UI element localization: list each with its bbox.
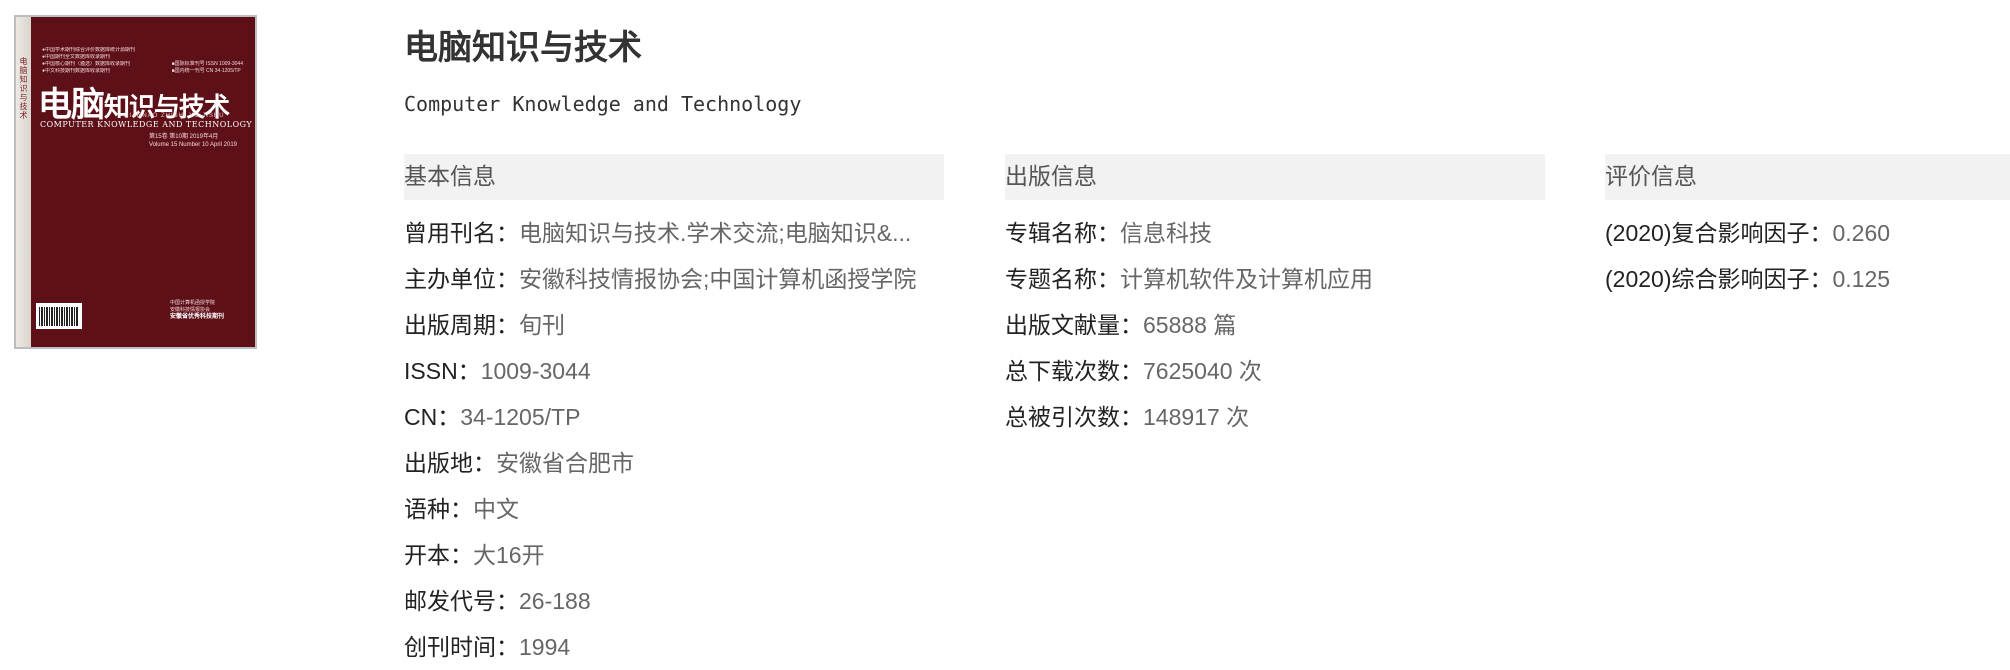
- row-value: 电脑知识与技术.学术交流;电脑知识&...: [519, 220, 912, 246]
- format-row: 开本：大16开: [404, 532, 944, 578]
- composite-impact-factor-row: (2020)复合影响因子：0.260: [1605, 210, 2010, 256]
- row-label: 总被引次数：: [1005, 404, 1143, 430]
- evaluation-info-section: 评价信息 (2020)复合影响因子：0.260 (2020)综合影响因子：0.1…: [1605, 154, 2010, 302]
- journal-title: 电脑知识与技术: [404, 29, 642, 67]
- row-value: 大16开: [473, 542, 545, 568]
- row-label: ISSN：: [404, 358, 481, 384]
- row-value: 安徽科技情报协会;中国计算机函授学院: [519, 266, 917, 292]
- cover-publisher: 中国计算机函授学院 安徽科技情报协会 安徽省优秀科技期刊: [170, 300, 224, 321]
- cover-spine-text: 电脑知识与技术: [19, 57, 28, 120]
- row-label: 出版地：: [404, 450, 496, 476]
- comprehensive-impact-factor-row: (2020)综合影响因子：0.125: [1605, 256, 2010, 302]
- subject-row: 专题名称：计算机软件及计算机应用: [1005, 256, 1545, 302]
- row-value: 计算机软件及计算机应用: [1120, 266, 1373, 292]
- cover-volume: 第15卷 第10期 2019年4月 Volume 15 Number 10 Ap…: [149, 133, 237, 149]
- founded-row: 创刊时间：1994: [404, 624, 944, 670]
- row-value: 1009-3044: [480, 358, 591, 384]
- journal-title-english: Computer Knowledge and Technology: [404, 92, 802, 116]
- cover-bullet-list: ●中国学术期刊综合评价数据库统计源期刊 ●中国期刊全文数据库收录期刊 ●中国核心…: [42, 47, 152, 75]
- row-label: 创刊时间：: [404, 634, 519, 660]
- former-name-row: 曾用刊名：电脑知识与技术.学术交流;电脑知识&...: [404, 210, 944, 256]
- row-value: 0.260: [1832, 220, 1891, 246]
- citation-count-row: 总被引次数：148917 次: [1005, 394, 1545, 440]
- row-value: 26-188: [519, 588, 591, 614]
- publishing-info-header: 出版信息: [1005, 154, 1545, 200]
- row-label: (2020)综合影响因子：: [1605, 266, 1833, 292]
- publish-place-row: 出版地：安徽省合肥市: [404, 440, 944, 486]
- cover-publisher-line: 中国计算机函授学院: [170, 300, 216, 306]
- cover-barcode: [36, 303, 82, 329]
- row-label: CN：: [404, 404, 461, 430]
- row-value: 0.125: [1832, 266, 1891, 292]
- journal-cover-image: 电脑知识与技术 ●中国学术期刊综合评价数据库统计源期刊 ●中国期刊全文数据库收录…: [14, 15, 257, 349]
- evaluation-info-header: 评价信息: [1605, 154, 2010, 200]
- frequency-row: 出版周期：旬刊: [404, 302, 944, 348]
- row-value: 65888 篇: [1143, 312, 1237, 338]
- row-label: 开本：: [404, 542, 473, 568]
- row-value: 148917 次: [1143, 404, 1250, 430]
- cover-spine: 电脑知识与技术: [16, 17, 31, 347]
- row-label: 主办单位：: [404, 266, 519, 292]
- evaluation-info-list: (2020)复合影响因子：0.260 (2020)综合影响因子：0.125: [1605, 210, 2010, 302]
- row-label: 出版周期：: [404, 312, 519, 338]
- barcode-bars: [39, 307, 79, 326]
- cn-row: CN：34-1205/TP: [404, 394, 944, 440]
- postal-code-row: 邮发代号：26-188: [404, 578, 944, 624]
- row-value: 旬刊: [519, 312, 565, 338]
- row-label: 语种：: [404, 496, 473, 522]
- basic-info-header: 基本信息: [404, 154, 944, 200]
- row-label: 曾用刊名：: [404, 220, 519, 246]
- cover-pinyin: DIANNAO ZHISHI YU JISHU: [124, 113, 225, 119]
- row-value: 7625040 次: [1143, 358, 1262, 384]
- cover-volume-cn: 第15卷 第10期 2019年4月: [148, 134, 219, 140]
- cover-bullet: ●中文科技期刊数据库收录期刊: [42, 68, 111, 74]
- publishing-info-section: 出版信息 专辑名称：信息科技 专题名称：计算机软件及计算机应用 出版文献量：65…: [1005, 154, 1545, 440]
- publishing-info-list: 专辑名称：信息科技 专题名称：计算机软件及计算机应用 出版文献量：65888 篇…: [1005, 210, 1545, 440]
- row-label: (2020)复合影响因子：: [1605, 220, 1833, 246]
- collection-row: 专辑名称：信息科技: [1005, 210, 1545, 256]
- row-value: 1994: [519, 634, 571, 660]
- row-value: 中文: [473, 496, 519, 522]
- row-value: 安徽省合肥市: [496, 450, 634, 476]
- cover-en-title: COMPUTER KNOWLEDGE AND TECHNOLOGY: [40, 120, 253, 129]
- basic-info-list: 曾用刊名：电脑知识与技术.学术交流;电脑知识&... 主办单位：安徽科技情报协会…: [404, 210, 944, 670]
- row-value: 信息科技: [1120, 220, 1212, 246]
- cover-bullet: ●中国核心期刊（遴选）数据库收录期刊: [42, 61, 131, 67]
- cover-volume-en: Volume 15 Number 10 April 2019: [148, 142, 237, 148]
- issn-row: ISSN：1009-3044: [404, 348, 944, 394]
- cover-bullet: ●中国期刊全文数据库收录期刊: [42, 54, 111, 60]
- row-label: 邮发代号：: [404, 588, 519, 614]
- row-label: 总下载次数：: [1005, 358, 1143, 384]
- row-label: 专题名称：: [1005, 266, 1120, 292]
- sponsor-row: 主办单位：安徽科技情报协会;中国计算机函授学院: [404, 256, 944, 302]
- cover-title-part1: 电脑: [38, 85, 105, 125]
- cover-bullet: ●中国学术期刊综合评价数据库统计源期刊: [42, 47, 136, 53]
- row-label: 出版文献量：: [1005, 312, 1143, 338]
- row-value: 34-1205/TP: [460, 404, 581, 430]
- cover-issn: ■国际标准刊号 ISSN 1009-3044: [171, 61, 243, 67]
- cover-publisher-line: 安徽省优秀科技期刊: [170, 314, 225, 320]
- basic-info-section: 基本信息 曾用刊名：电脑知识与技术.学术交流;电脑知识&... 主办单位：安徽科…: [404, 154, 944, 670]
- cover-publisher-line: 安徽科技情报协会: [170, 307, 211, 313]
- language-row: 语种：中文: [404, 486, 944, 532]
- cover-cn: ■国内统一刊号 CN 34-1205/TP: [171, 68, 241, 74]
- row-label: 专辑名称：: [1005, 220, 1120, 246]
- article-count-row: 出版文献量：65888 篇: [1005, 302, 1545, 348]
- download-count-row: 总下载次数：7625040 次: [1005, 348, 1545, 394]
- cover-issn-block: ■国际标准刊号 ISSN 1009-3044 ■国内统一刊号 CN 34-120…: [172, 61, 243, 75]
